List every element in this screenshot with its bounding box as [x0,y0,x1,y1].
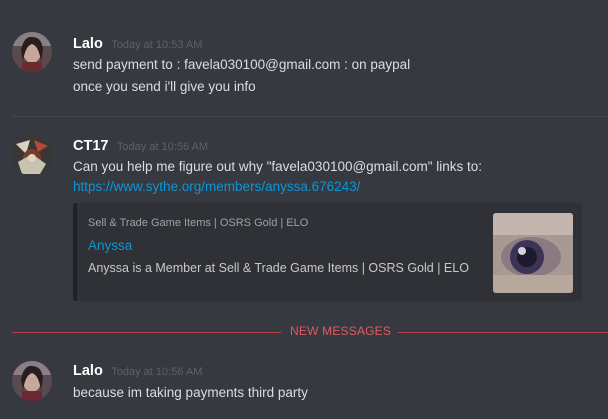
avatar[interactable] [12,32,52,72]
separator-line-left [12,332,281,333]
embed-description: Anyssa is a Member at Sell & Trade Game … [88,261,469,275]
avatar[interactable] [12,361,52,401]
avatar[interactable] [12,136,52,176]
timestamp: Today at 10:56 AM [116,141,209,153]
message-text: Can you help me figure out why "favela03… [73,159,483,174]
new-messages-label: NEW MESSAGES [290,324,392,338]
embed-title[interactable]: Anyssa [88,238,132,253]
embed-provider[interactable]: Sell & Trade Game Items | OSRS Gold | EL… [88,217,308,229]
message-divider [12,116,608,117]
timestamp: Today at 10:56 AM [111,366,203,378]
message-header: Lalo Today at 10:56 AM [73,362,202,380]
message-header: CT17 Today at 10:56 AM [73,137,208,155]
message-link-line: https://www.sythe.org/members/anyssa.676… [73,179,360,194]
embed-thumbnail[interactable] [493,213,573,293]
username[interactable]: CT17 [73,138,108,154]
link-embed: Sell & Trade Game Items | OSRS Gold | EL… [73,203,582,301]
username[interactable]: Lalo [73,363,103,379]
chat-messages: Lalo Today at 10:53 AM send payment to :… [0,0,608,419]
message-text: send payment to : favela030100@gmail.com… [73,57,411,72]
username[interactable]: Lalo [73,36,103,52]
separator-line-right [398,332,608,333]
message-text: because im taking payments third party [73,385,308,400]
message-header: Lalo Today at 10:53 AM [73,35,202,53]
timestamp: Today at 10:53 AM [111,39,203,51]
message-link[interactable]: https://www.sythe.org/members/anyssa.676… [73,179,360,194]
new-messages-separator: NEW MESSAGES [12,322,608,342]
message-text: once you send i'll give you info [73,79,256,94]
